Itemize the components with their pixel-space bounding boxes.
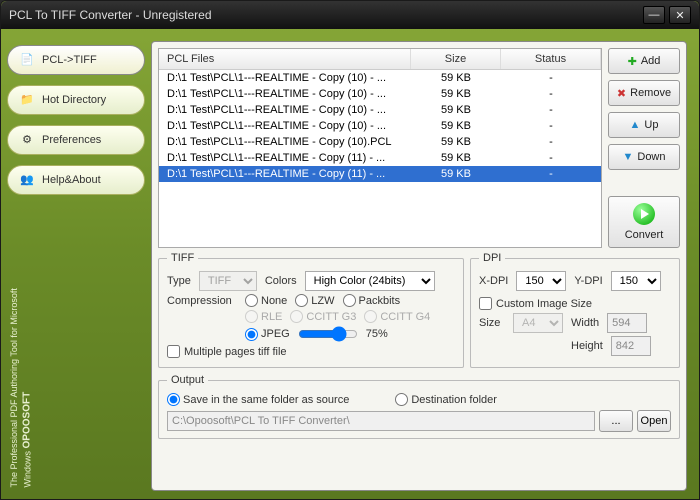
help-icon: 👥 [18, 171, 36, 189]
folder-icon: 📁 [18, 91, 36, 109]
down-arrow-icon: ▼ [622, 151, 633, 163]
colors-select[interactable]: High Color (24bits) [305, 271, 435, 291]
type-select[interactable]: TIFF [199, 271, 257, 291]
output-group: Output Save in the same folder as source… [158, 374, 680, 439]
file-list[interactable]: PCL Files Size Status D:\1 Test\PCL\1---… [158, 48, 602, 248]
play-icon [633, 203, 655, 225]
up-button[interactable]: ▲Up [608, 112, 680, 138]
destination-folder-radio[interactable] [395, 393, 408, 406]
table-row[interactable]: D:\1 Test\PCL\1---REALTIME - Copy (10) -… [159, 102, 601, 118]
browse-button[interactable]: ... [599, 410, 633, 432]
brand-text: The Professional PDF Authoring Tool for … [7, 205, 36, 494]
xdpi-select[interactable]: 150 [516, 271, 566, 291]
tiff-group: TIFF Type TIFF Colors High Color (24bits… [158, 252, 464, 368]
dpi-group: DPI X-DPI 150 Y-DPI 150 Custom Image Siz… [470, 252, 680, 368]
width-input [607, 313, 647, 333]
custom-size-checkbox[interactable] [479, 297, 492, 310]
height-input [611, 336, 651, 356]
multi-page-checkbox[interactable] [167, 345, 180, 358]
comp-g3-radio [290, 310, 303, 323]
remove-button[interactable]: ✖Remove [608, 80, 680, 106]
sidebar-item-pcl-tiff[interactable]: 📄PCL->TIFF [7, 45, 145, 75]
list-header: PCL Files Size Status [159, 49, 601, 70]
comp-g4-radio [364, 310, 377, 323]
sidebar-item-help-about[interactable]: 👥Help&About [7, 165, 145, 195]
sidebar: 📄PCL->TIFF 📁Hot Directory ⚙Preferences 👥… [1, 29, 151, 499]
table-row[interactable]: D:\1 Test\PCL\1---REALTIME - Copy (10).P… [159, 134, 601, 150]
ydpi-select[interactable]: 150 [611, 271, 661, 291]
convert-button[interactable]: Convert [608, 196, 680, 248]
pcl-icon: 📄 [18, 51, 36, 69]
titlebar: PCL To TIFF Converter - Unregistered — ✕ [1, 1, 699, 29]
comp-jpeg-radio[interactable] [245, 328, 258, 341]
jpeg-quality-slider[interactable] [298, 326, 358, 342]
page-size-select[interactable]: A4 [513, 313, 563, 333]
app-window: PCL To TIFF Converter - Unregistered — ✕… [0, 0, 700, 500]
open-button[interactable]: Open [637, 410, 671, 432]
sidebar-item-hot-directory[interactable]: 📁Hot Directory [7, 85, 145, 115]
window-title: PCL To TIFF Converter - Unregistered [9, 8, 212, 22]
comp-none-radio[interactable] [245, 294, 258, 307]
gear-icon: ⚙ [18, 131, 36, 149]
comp-lzw-radio[interactable] [295, 294, 308, 307]
table-row[interactable]: D:\1 Test\PCL\1---REALTIME - Copy (11) -… [159, 150, 601, 166]
minimize-button[interactable]: — [643, 6, 665, 24]
table-row[interactable]: D:\1 Test\PCL\1---REALTIME - Copy (11) -… [159, 166, 601, 182]
comp-packbits-radio[interactable] [343, 294, 356, 307]
table-row[interactable]: D:\1 Test\PCL\1---REALTIME - Copy (10) -… [159, 70, 601, 86]
comp-rle-radio [245, 310, 258, 323]
close-button[interactable]: ✕ [669, 6, 691, 24]
up-arrow-icon: ▲ [630, 119, 641, 131]
sidebar-item-preferences[interactable]: ⚙Preferences [7, 125, 145, 155]
add-button[interactable]: ✚Add [608, 48, 680, 74]
x-icon: ✖ [617, 87, 626, 100]
plus-icon: ✚ [628, 55, 637, 68]
down-button[interactable]: ▼Down [608, 144, 680, 170]
main-panel: PCL Files Size Status D:\1 Test\PCL\1---… [151, 41, 687, 491]
save-same-folder-radio[interactable] [167, 393, 180, 406]
table-row[interactable]: D:\1 Test\PCL\1---REALTIME - Copy (10) -… [159, 118, 601, 134]
output-path-input [167, 411, 595, 431]
table-row[interactable]: D:\1 Test\PCL\1---REALTIME - Copy (10) -… [159, 86, 601, 102]
